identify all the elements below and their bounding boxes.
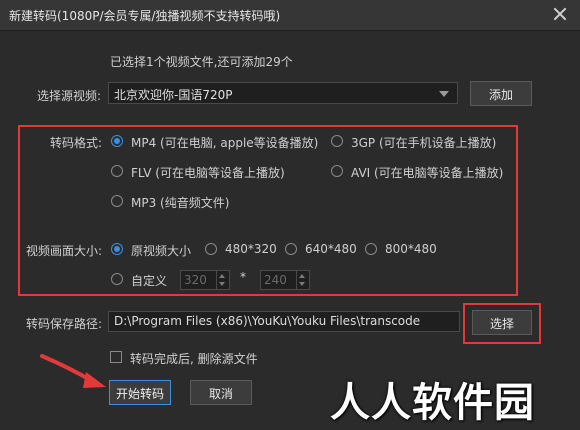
save-path-field[interactable]: D:\Program Files (x86)\YouKu\Youku Files…: [108, 311, 460, 332]
file-count-info: 已选择1个视频文件,还可添加29个: [110, 55, 293, 69]
size-800x480-radio[interactable]: [365, 243, 377, 255]
size-original-label: 原视频大小: [131, 244, 192, 258]
size-640x480-label: 640*480: [305, 242, 357, 256]
format-3gp-radio[interactable]: [331, 135, 343, 147]
custom-width-stepper[interactable]: 320: [180, 270, 230, 290]
cancel-button-label: 取消: [208, 387, 233, 401]
choose-button-label: 选择: [489, 317, 514, 331]
size-original-radio[interactable]: [111, 243, 123, 255]
watermark: 人人软件园: [330, 380, 535, 426]
stepper-up-icon[interactable]: [299, 274, 305, 278]
close-icon[interactable]: [550, 4, 570, 24]
stepper-down-icon[interactable]: [299, 282, 305, 286]
stepper-arrows[interactable]: [216, 271, 229, 289]
annotation-arrow-icon: [40, 354, 106, 388]
format-avi-radio[interactable]: [331, 165, 343, 177]
format-mp4-label: MP4 (可在电脑, apple等设备播放): [131, 136, 319, 150]
custom-width-value: 320: [184, 273, 207, 287]
add-button-label: 添加: [488, 88, 513, 102]
start-transcode-label: 开始转码: [115, 387, 164, 401]
format-flv-label: FLV (可在电脑等设备上播放): [131, 166, 285, 180]
format-3gp-label: 3GP (可在手机设备上播放): [351, 136, 497, 150]
size-800x480-label: 800*480: [385, 242, 437, 256]
size-480x320-label: 480*320: [225, 242, 277, 256]
custom-height-stepper[interactable]: 240: [260, 270, 310, 290]
add-button[interactable]: 添加: [470, 81, 532, 106]
size-separator: *: [240, 270, 246, 284]
stepper-arrows[interactable]: [296, 271, 309, 289]
cancel-button[interactable]: 取消: [190, 380, 252, 405]
choose-button[interactable]: 选择: [472, 310, 532, 335]
format-avi-label: AVI (可在电脑等设备上播放): [351, 166, 504, 180]
size-480x320-radio[interactable]: [205, 243, 217, 255]
source-video-value: 北京欢迎你-国语720P: [114, 88, 233, 102]
save-path-label: 转码保存路径:: [26, 317, 103, 331]
title-bar: 新建转码(1080P/会员专属/独播视频不支持转码哦): [0, 0, 580, 31]
format-mp4-radio[interactable]: [111, 135, 123, 147]
custom-height-value: 240: [264, 273, 287, 287]
source-video-dropdown[interactable]: 北京欢迎你-国语720P: [108, 82, 458, 104]
delete-source-label: 转码完成后, 删除源文件: [130, 352, 258, 366]
video-size-label: 视频画面大小:: [26, 244, 103, 258]
transcode-dialog: 新建转码(1080P/会员专属/独播视频不支持转码哦) 已选择1个视频文件,还可…: [0, 0, 580, 430]
size-640x480-radio[interactable]: [285, 243, 297, 255]
stepper-up-icon[interactable]: [219, 274, 225, 278]
chevron-down-icon[interactable]: [439, 91, 449, 97]
stepper-down-icon[interactable]: [219, 282, 225, 286]
start-transcode-button[interactable]: 开始转码: [109, 380, 171, 405]
source-video-label: 选择源视频:: [37, 89, 102, 103]
format-mp3-radio[interactable]: [111, 195, 123, 207]
save-path-value: D:\Program Files (x86)\YouKu\Youku Files…: [114, 314, 421, 328]
format-label: 转码格式:: [50, 136, 103, 150]
format-mp3-label: MP3 (纯音频文件): [131, 196, 230, 210]
size-custom-radio[interactable]: [111, 273, 123, 285]
window-title: 新建转码(1080P/会员专属/独播视频不支持转码哦): [9, 9, 281, 23]
format-flv-radio[interactable]: [111, 165, 123, 177]
size-custom-label: 自定义: [131, 274, 168, 288]
